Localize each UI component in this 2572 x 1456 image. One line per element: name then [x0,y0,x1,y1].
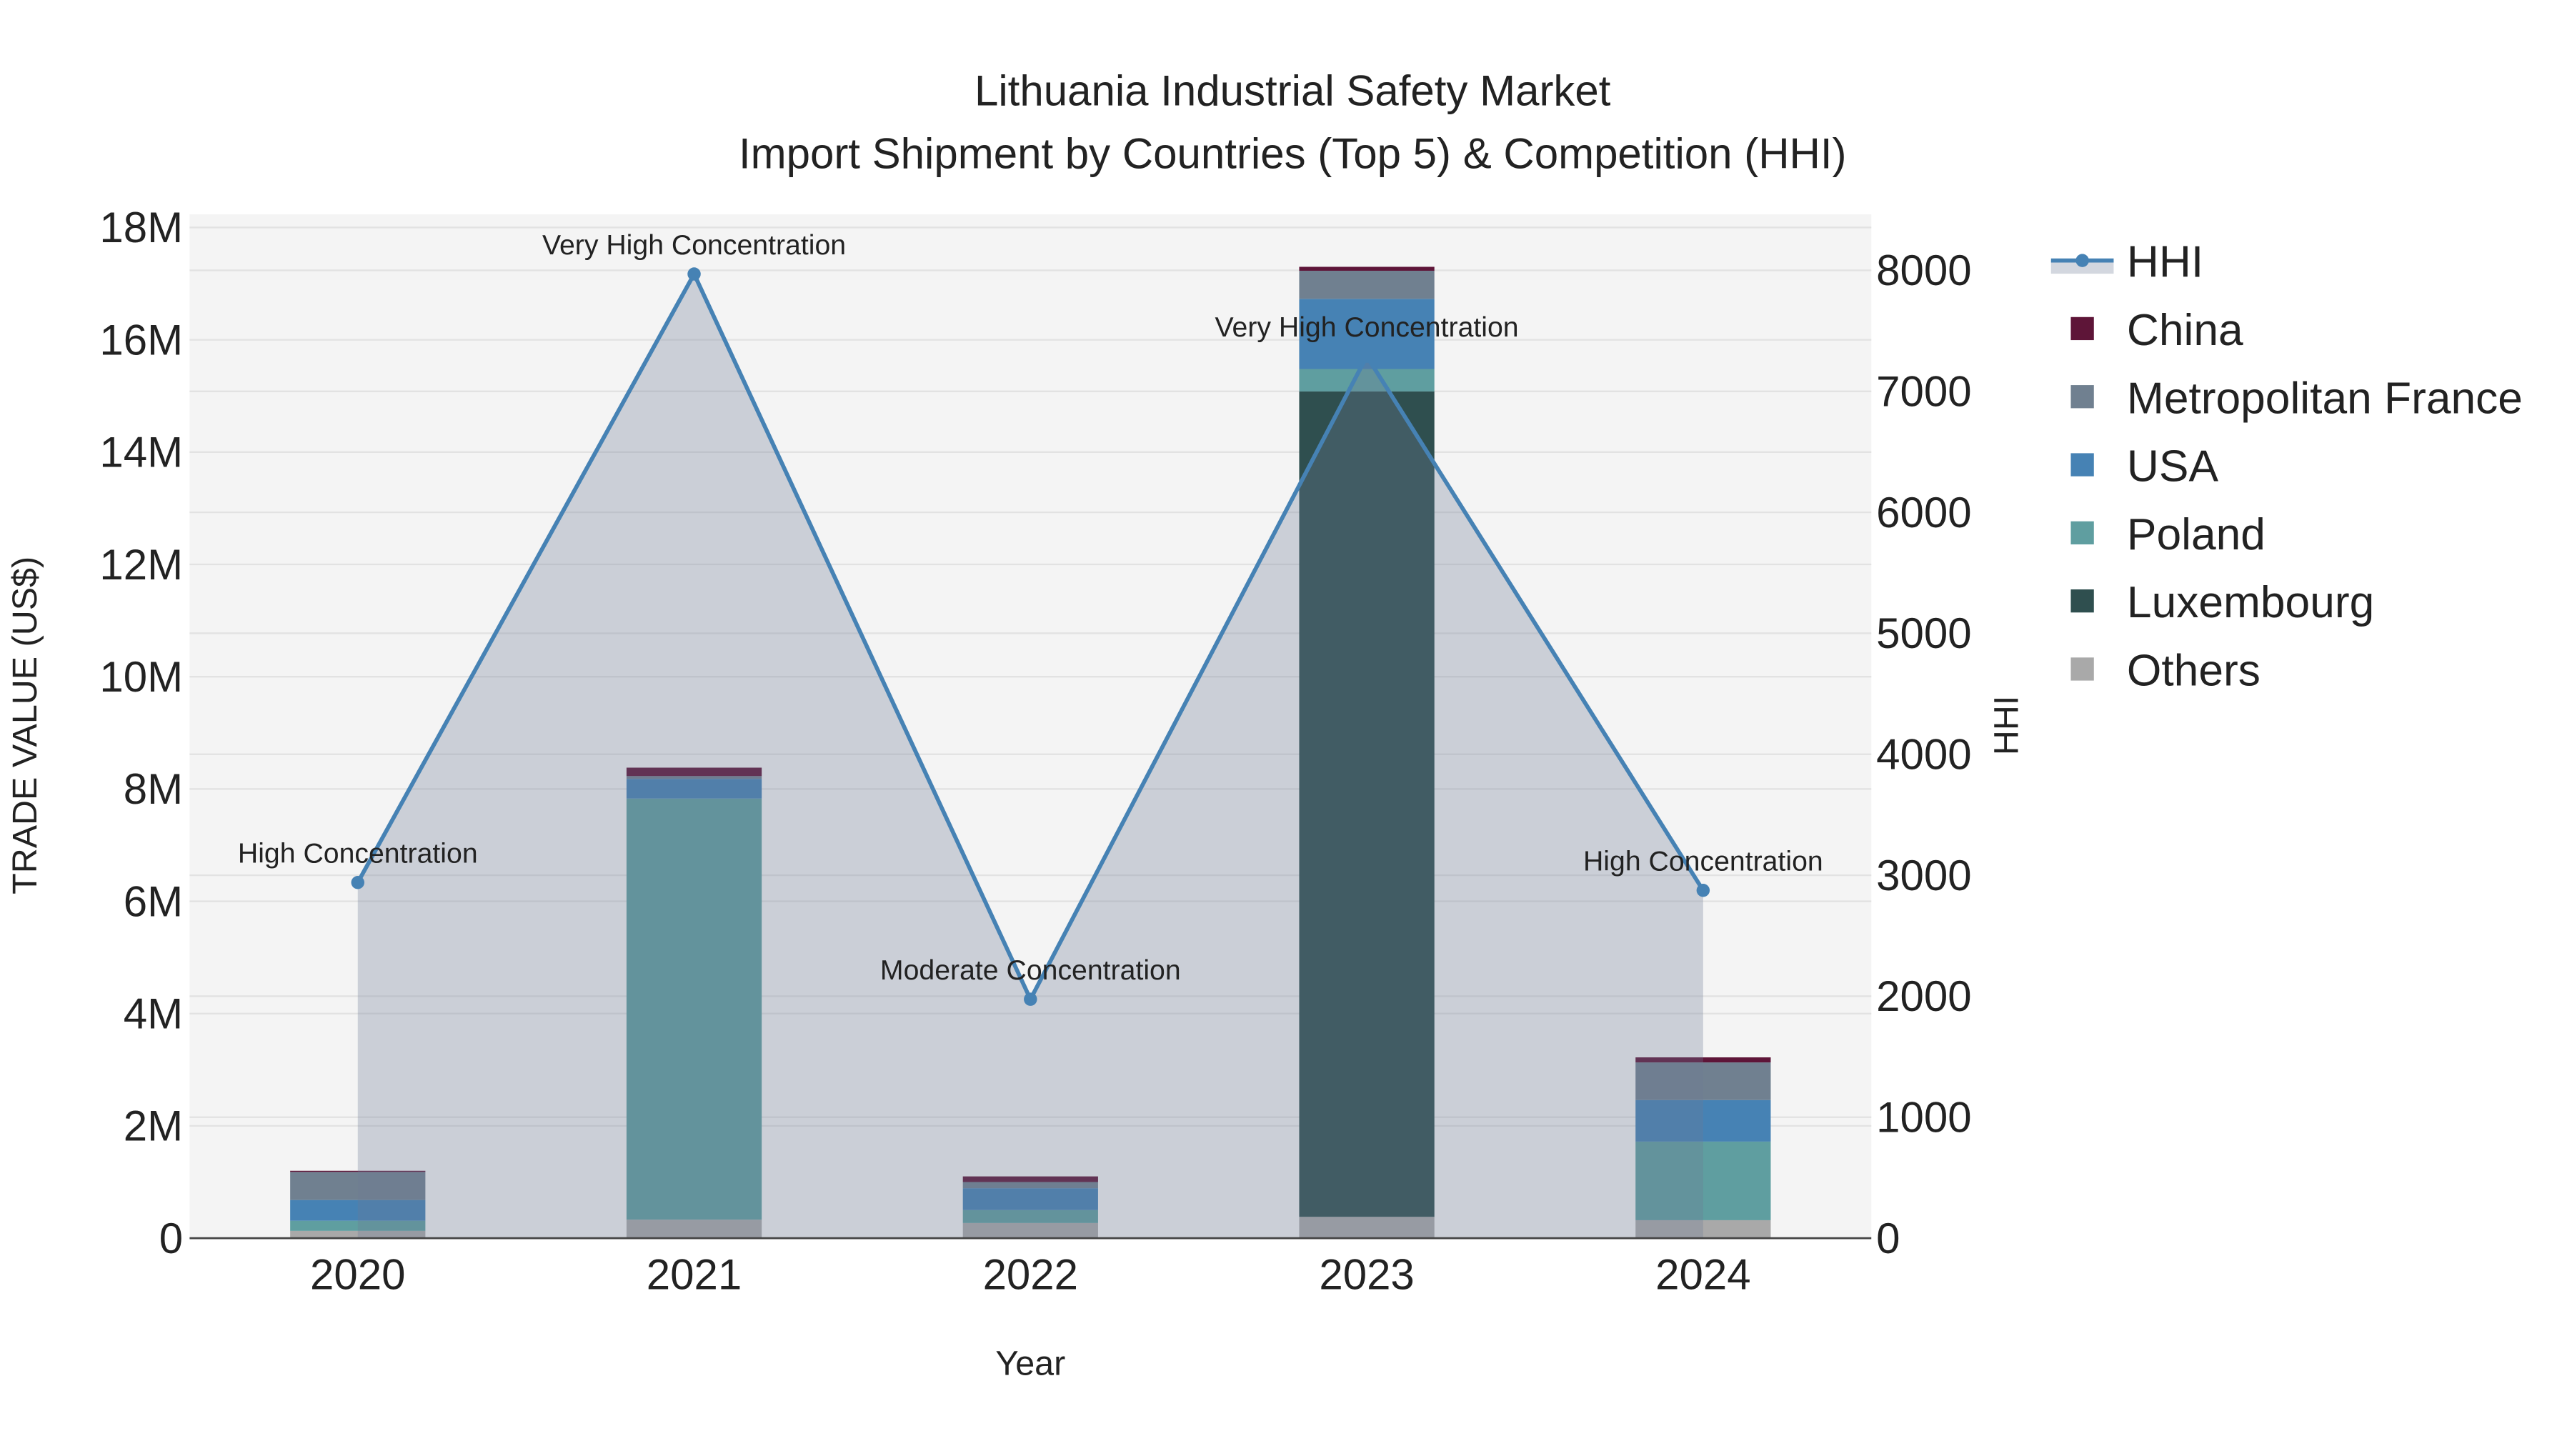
legend-swatch [2070,453,2094,477]
y-tick-label: 6M [124,877,183,925]
y-tick-label: 4M [124,989,183,1037]
chart-container: High Concentration Very High Concentratio… [0,0,2572,1447]
legend-label: USA [2127,442,2219,492]
y2-tick-label: 7000 [1876,368,1971,416]
bar-metropolitan-france-2023[interactable] [1299,270,1435,299]
legend-item-poland[interactable]: Poland [2070,510,2266,559]
hhi-annotation: High Concentration [1583,846,1823,877]
legend-swatch [2070,316,2094,341]
y-tick-label: 12M [99,541,183,589]
chart-title: Lithuania Industrial Safety Market [975,67,1611,115]
y2-axis-title: HHI [1988,696,2026,755]
legend-marker-icon [2075,254,2089,267]
legend-item-usa[interactable]: USA [2070,442,2218,492]
y2-tick-label: 8000 [1876,246,1971,294]
hhi-annotation: Moderate Concentration [880,954,1181,986]
hhi-annotation: High Concentration [238,838,478,869]
y-tick-label: 0 [159,1215,183,1262]
legend-swatch [2070,385,2094,409]
y2-tick-label: 2000 [1876,972,1971,1020]
x-axis-title: Year [995,1345,1065,1383]
y-tick-label: 10M [99,653,183,701]
y-axis-title: TRADE VALUE (US$) [6,557,44,894]
x-tick-label: 2020 [310,1251,405,1299]
y2-tick-label: 5000 [1876,609,1971,657]
bar-china-2023[interactable] [1299,266,1435,271]
legend-item-others[interactable]: Others [2070,647,2261,696]
y-tick-label: 18M [99,204,183,251]
hhi-point-2022[interactable] [1024,992,1037,1006]
legend-swatch [2070,521,2094,545]
y-tick-label: 16M [99,316,183,364]
y-tick-label: 14M [99,429,183,477]
x-tick-label: 2023 [1319,1251,1414,1299]
hhi-point-2023[interactable] [1360,349,1374,363]
legend-label: China [2127,306,2243,355]
chart-svg: High Concentration Very High Concentratio… [6,67,2523,1383]
hhi-annotation: Very High Concentration [1215,311,1519,343]
legend-label: HHI [2127,238,2203,287]
legend-label: Luxembourg [2127,578,2374,627]
legend-item-china[interactable]: China [2070,306,2243,355]
y2-tick-label: 0 [1876,1215,1900,1262]
hhi-point-2024[interactable] [1696,884,1710,897]
hhi-point-2020[interactable] [351,876,365,889]
legend-swatch [2070,657,2094,681]
hhi-point-2021[interactable] [687,267,701,281]
y2-tick-label: 3000 [1876,852,1971,899]
y-tick-label: 8M [124,765,183,813]
y2-tick-label: 6000 [1876,489,1971,537]
x-tick-label: 2021 [647,1251,742,1299]
y-tick-label: 2M [124,1102,183,1150]
x-tick-label: 2024 [1655,1251,1750,1299]
hhi-annotation: Very High Concentration [542,229,846,261]
chart-subtitle: Import Shipment by Countries (Top 5) & C… [739,129,1847,177]
legend-item-luxembourg[interactable]: Luxembourg [2070,578,2374,627]
legend-label: Others [2127,647,2261,696]
y2-tick-label: 1000 [1876,1094,1971,1142]
legend-label: Poland [2127,510,2266,559]
legend-item-metropolitan-france[interactable]: Metropolitan France [2070,374,2523,423]
legend-label: Metropolitan France [2127,374,2523,423]
y2-tick-label: 4000 [1876,731,1971,779]
x-tick-label: 2022 [983,1251,1078,1299]
legend-swatch [2070,589,2094,613]
legend-item-hhi[interactable]: HHI [2050,238,2203,287]
